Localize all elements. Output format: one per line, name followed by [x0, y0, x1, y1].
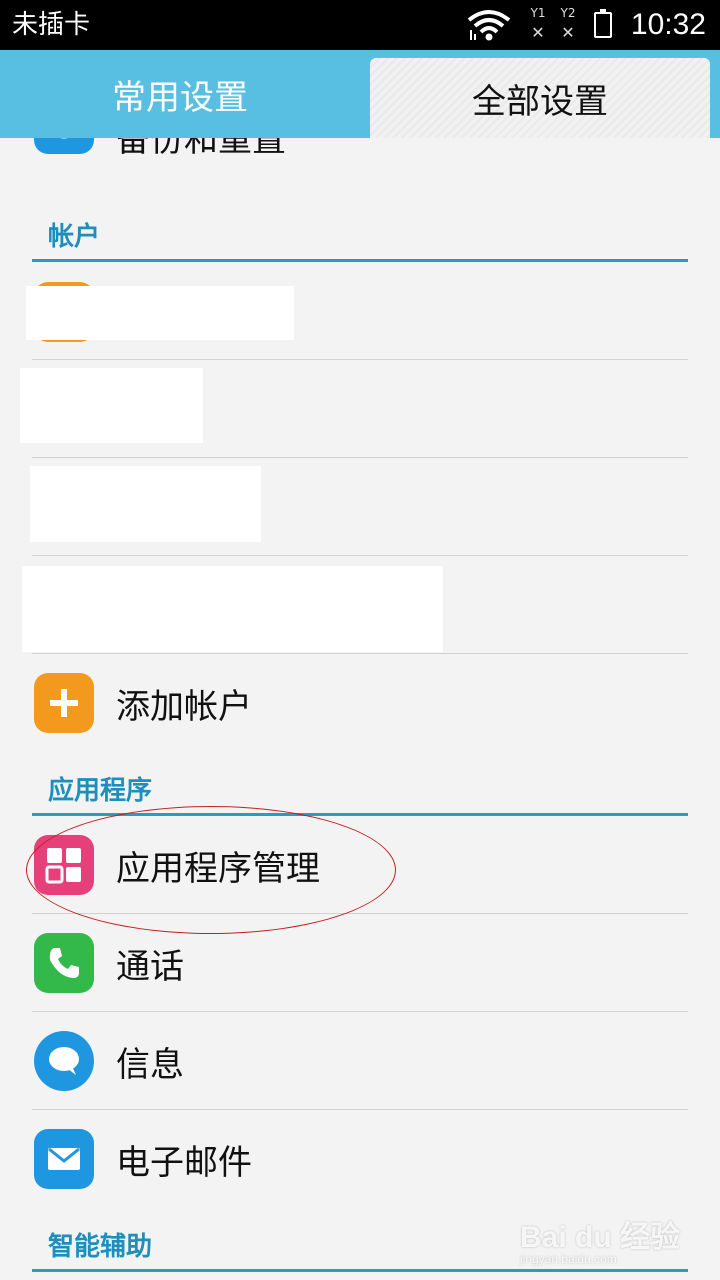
row-backup-reset[interactable]: 备份和重置 [32, 138, 688, 178]
row-backup-reset-label: 备份和重置 [116, 138, 286, 160]
watermark-brand: Bai du 经验 [519, 1221, 680, 1254]
plus-icon [34, 673, 94, 733]
row-add-account[interactable]: 添加帐户 [32, 654, 688, 752]
row-email[interactable]: 电子邮件 [32, 1110, 688, 1208]
row-calls[interactable]: 通话 [32, 914, 688, 1012]
status-bar: 未插卡 Y1 ✕ Y2 ✕ 10:32 [0, 0, 720, 50]
battery-icon [594, 9, 612, 38]
row-email-label: 电子邮件 [116, 1142, 252, 1183]
row-calls-label: 通话 [116, 946, 184, 987]
watermark-url: jingyan.baidu.com [519, 1252, 617, 1266]
sim1-icon: Y1 ✕ [526, 6, 550, 44]
settings-list[interactable]: 备份和重置 帐户 添加帐户 应用程序 应用程序管理 通话 信息 电子邮件 智能辅… [0, 138, 720, 1280]
phone-icon [34, 933, 94, 993]
row-messages[interactable]: 信息 [32, 1012, 688, 1110]
sim1-label: Y1 [530, 6, 546, 20]
redaction-block [22, 566, 443, 652]
row-app-manager-label: 应用程序管理 [116, 848, 320, 889]
envelope-icon [34, 1129, 94, 1189]
section-title-accessibility: 智能辅助 [48, 1232, 153, 1262]
wifi-icon [466, 8, 512, 46]
grid-icon [34, 835, 94, 895]
watermark: Bai du 经验 jingyan.baidu.com [520, 1212, 680, 1266]
row-app-manager[interactable]: 应用程序管理 [32, 816, 688, 914]
tab-all-settings[interactable]: 全部设置 [370, 58, 710, 138]
redaction-block [30, 466, 261, 542]
speech-bubble-icon [34, 1031, 94, 1091]
clock: 10:32 [630, 8, 706, 41]
sim2-label: Y2 [560, 6, 576, 20]
redaction-block [26, 286, 294, 340]
redaction-block [20, 368, 203, 443]
carrier-label: 未插卡 [12, 10, 91, 40]
sim2-icon: Y2 ✕ [556, 6, 580, 44]
sim2-no-signal-icon: ✕ [561, 23, 575, 42]
section-header-accounts: 帐户 [32, 208, 688, 262]
sim1-no-signal-icon: ✕ [531, 23, 545, 42]
section-title-accounts: 帐户 [48, 222, 101, 252]
section-title-apps: 应用程序 [48, 776, 153, 806]
tab-bar: 常用设置 全部设置 [0, 50, 720, 138]
backup-icon [34, 138, 94, 154]
tab-common-settings[interactable]: 常用设置 [0, 50, 360, 138]
row-messages-label: 信息 [116, 1044, 184, 1085]
section-header-apps: 应用程序 [32, 762, 688, 816]
row-add-account-label: 添加帐户 [116, 686, 252, 727]
